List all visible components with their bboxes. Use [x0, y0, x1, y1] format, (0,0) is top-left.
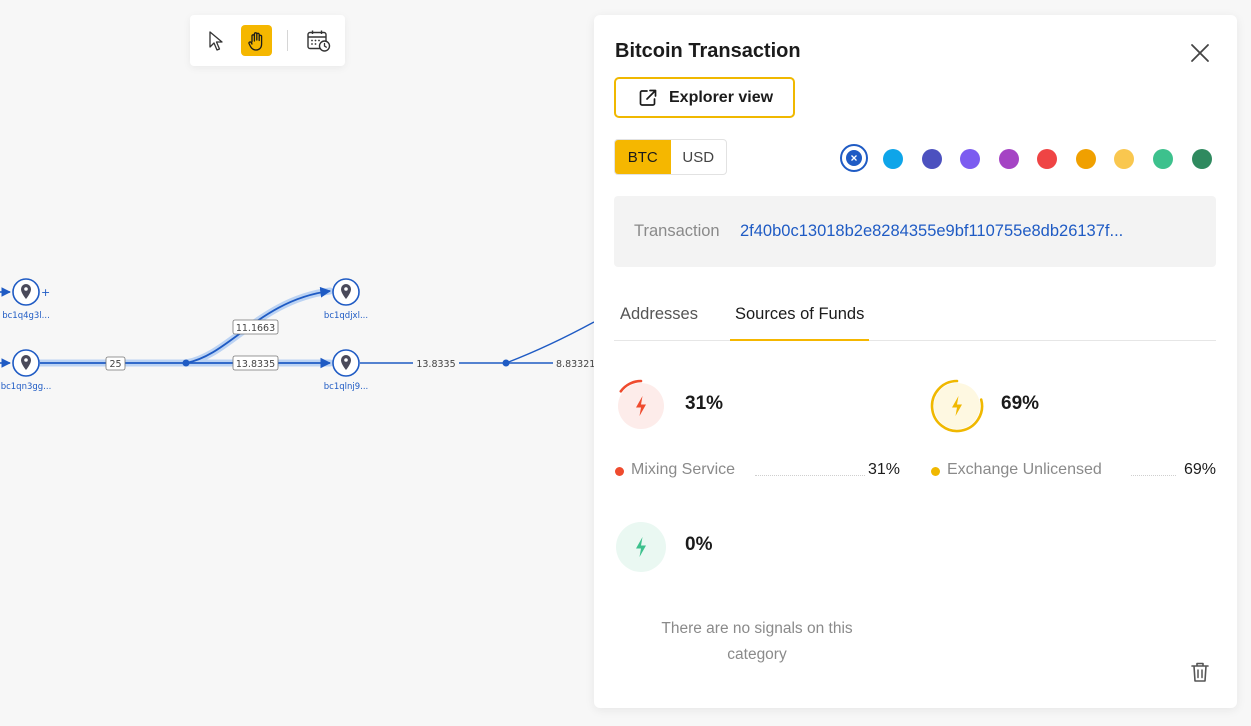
fund-color-dot [931, 467, 940, 476]
color-swatch[interactable] [922, 149, 942, 169]
explorer-view-button[interactable]: Explorer view [614, 77, 795, 118]
svg-text:13.8335: 13.8335 [416, 359, 455, 370]
external-link-icon [639, 89, 657, 106]
graph-node[interactable]: bc1qn3gg... [1, 349, 52, 392]
color-swatch[interactable] [1037, 149, 1057, 169]
fund-progress-ring [616, 522, 666, 572]
currency-usd-button[interactable]: USD [671, 140, 727, 174]
graph-junction[interactable] [502, 359, 510, 367]
dotted-leader [1131, 475, 1176, 476]
color-swatch[interactable] [999, 149, 1019, 169]
svg-text:11.1663: 11.1663 [236, 323, 275, 334]
transaction-panel: Bitcoin Transaction Explorer view BTC US… [594, 15, 1237, 708]
graph-toolbar [190, 15, 345, 66]
edge-label: 13.8335 [413, 357, 459, 370]
close-icon [1191, 44, 1209, 62]
color-swatch[interactable] [960, 149, 980, 169]
fund-color-dot [615, 467, 624, 476]
panel-tabs: Addresses Sources of Funds [614, 298, 1216, 341]
fund-progress-ring [618, 379, 664, 429]
color-swatch[interactable] [1153, 149, 1173, 169]
currency-btc-button[interactable]: BTC [615, 140, 671, 174]
svg-text:bc1qlnj9...: bc1qlnj9... [324, 382, 369, 392]
graph-edge[interactable] [505, 321, 595, 364]
edge-label: 25 [105, 356, 126, 371]
fund-value: 31% [867, 461, 900, 478]
currency-toggle: BTC USD [614, 139, 727, 175]
fund-no-category: 0% [614, 520, 734, 576]
graph-node[interactable]: + bc1q4g3l... [2, 278, 50, 321]
svg-text:bc1qn3gg...: bc1qn3gg... [1, 382, 52, 392]
svg-text:25: 25 [109, 359, 121, 370]
tab-sources-of-funds[interactable]: Sources of Funds [730, 305, 870, 341]
select-tool-button[interactable] [200, 25, 231, 56]
graph-node[interactable]: bc1qdjxl... [324, 278, 368, 321]
dotted-leader [755, 475, 865, 476]
fund-mixing-service: 31% [614, 379, 734, 435]
color-swatch[interactable] [1114, 149, 1134, 169]
panel-title: Bitcoin Transaction [615, 40, 801, 62]
graph-junction[interactable] [182, 359, 190, 367]
svg-text:bc1q4g3l...: bc1q4g3l... [2, 311, 50, 321]
svg-text:13.8335: 13.8335 [236, 359, 275, 370]
calendar-tool-button[interactable] [303, 25, 334, 56]
fund-legend-row: Exchange Unlicensed 69% [931, 461, 1216, 481]
delete-button[interactable] [1188, 660, 1212, 684]
hand-icon [247, 31, 262, 51]
check-x-icon [851, 155, 857, 161]
color-swatch[interactable] [1076, 149, 1096, 169]
fund-legend-row: Mixing Service 31% [615, 461, 900, 481]
color-swatch[interactable] [883, 149, 903, 169]
edge-label: 11.1663 [232, 319, 279, 335]
svg-text:8.83321: 8.83321 [556, 359, 595, 370]
fund-name: Exchange Unlicensed [947, 461, 1102, 478]
graph-node[interactable]: bc1qlnj9... [324, 349, 369, 392]
expand-plus[interactable]: + [41, 286, 50, 299]
transaction-label: Transaction [634, 222, 720, 240]
fund-percent: 31% [685, 393, 724, 414]
trash-icon [1191, 662, 1209, 682]
transaction-hash-link[interactable]: 2f40b0c13018b2e8284355e9bf110755e8db2613… [740, 222, 1200, 241]
tab-addresses[interactable]: Addresses [620, 305, 698, 341]
color-swatch-selected[interactable] [840, 144, 868, 172]
cursor-icon [208, 30, 223, 51]
fund-value: 69% [1183, 461, 1216, 478]
edge-label: 13.8335 [232, 355, 279, 371]
close-button[interactable] [1187, 40, 1213, 66]
fund-progress-ring [930, 379, 984, 433]
fund-exchange-unlicensed: 69% [930, 379, 1050, 435]
svg-text:bc1qdjxl...: bc1qdjxl... [324, 311, 368, 321]
transaction-info: Transaction 2f40b0c13018b2e8284355e9bf11… [614, 196, 1216, 267]
explorer-view-label: Explorer view [669, 88, 774, 106]
toolbar-divider [287, 30, 288, 51]
fund-name: Mixing Service [631, 461, 736, 478]
fund-percent: 69% [1001, 393, 1040, 414]
calendar-clock-icon [306, 30, 330, 52]
no-signals-message: There are no signals on this category [661, 620, 853, 663]
pan-tool-button[interactable] [241, 25, 272, 56]
edge-label: 8.83321 [553, 357, 595, 370]
fund-percent: 0% [685, 534, 713, 555]
color-swatch[interactable] [1192, 149, 1212, 169]
color-picker [840, 144, 1216, 172]
